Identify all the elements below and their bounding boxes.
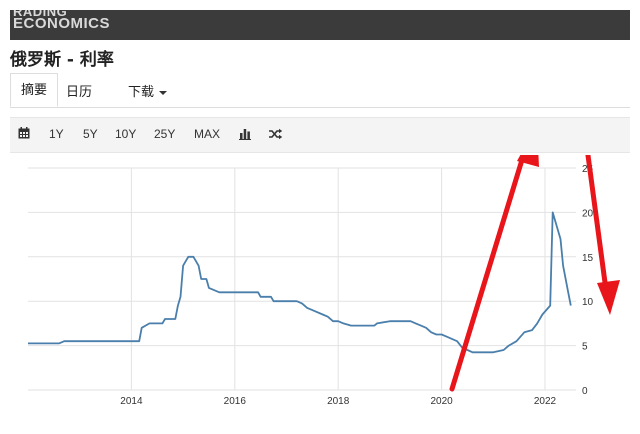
brand-logo-line2[interactable]: ECONOMICS xyxy=(13,15,110,32)
tab-bar: 摘要 日历 下载 xyxy=(10,73,630,108)
range-max-button[interactable]: MAX xyxy=(194,127,220,141)
tab-calendar-label: 日历 xyxy=(66,85,93,100)
red-down-arrow-head xyxy=(597,280,620,315)
range-10y-button[interactable]: 10Y xyxy=(115,127,136,141)
tab-summary[interactable]: 摘要 xyxy=(10,73,59,107)
x-tick-label: 2018 xyxy=(327,396,350,407)
tab-summary-label: 摘要 xyxy=(21,83,48,98)
page-title: 俄罗斯 - 利率 xyxy=(10,50,114,70)
x-tick-label: 2020 xyxy=(430,396,453,407)
red-down-arrow-shaft xyxy=(578,100,609,293)
shuffle-icon[interactable] xyxy=(269,128,283,143)
y-tick-label: 20 xyxy=(582,208,594,219)
bar-chart-icon[interactable] xyxy=(239,128,251,143)
header-bar: RADING ECONOMICS xyxy=(0,0,640,40)
rate-series-line xyxy=(28,211,572,354)
x-tick-label: 2022 xyxy=(534,396,557,407)
calendar-icon[interactable] xyxy=(18,127,30,142)
range-25y-button[interactable]: 25Y xyxy=(154,127,175,141)
x-tick-label: 2016 xyxy=(224,396,247,407)
x-tick-label: 2014 xyxy=(120,396,143,407)
chart-svg: 051015202520142016201820202022 xyxy=(28,100,620,407)
brand-banner: RADING ECONOMICS xyxy=(10,10,630,40)
y-tick-label: 5 xyxy=(582,342,588,353)
tab-calendar[interactable]: 日历 xyxy=(66,81,92,100)
range-5y-button[interactable]: 5Y xyxy=(83,127,98,141)
y-tick-label: 0 xyxy=(582,386,588,397)
tab-download[interactable]: 下载 xyxy=(128,81,168,100)
interest-rate-chart: 051015202520142016201820202022 xyxy=(0,100,640,429)
tab-download-label: 下载 xyxy=(128,85,155,100)
y-tick-label: 15 xyxy=(582,253,594,264)
caret-down-icon xyxy=(159,90,168,95)
chart-toolbar: 1Y 5Y 10Y 25Y MAX xyxy=(10,117,630,153)
range-1y-button[interactable]: 1Y xyxy=(49,127,64,141)
red-up-arrow-shaft xyxy=(449,147,528,392)
y-tick-label: 10 xyxy=(582,297,594,308)
